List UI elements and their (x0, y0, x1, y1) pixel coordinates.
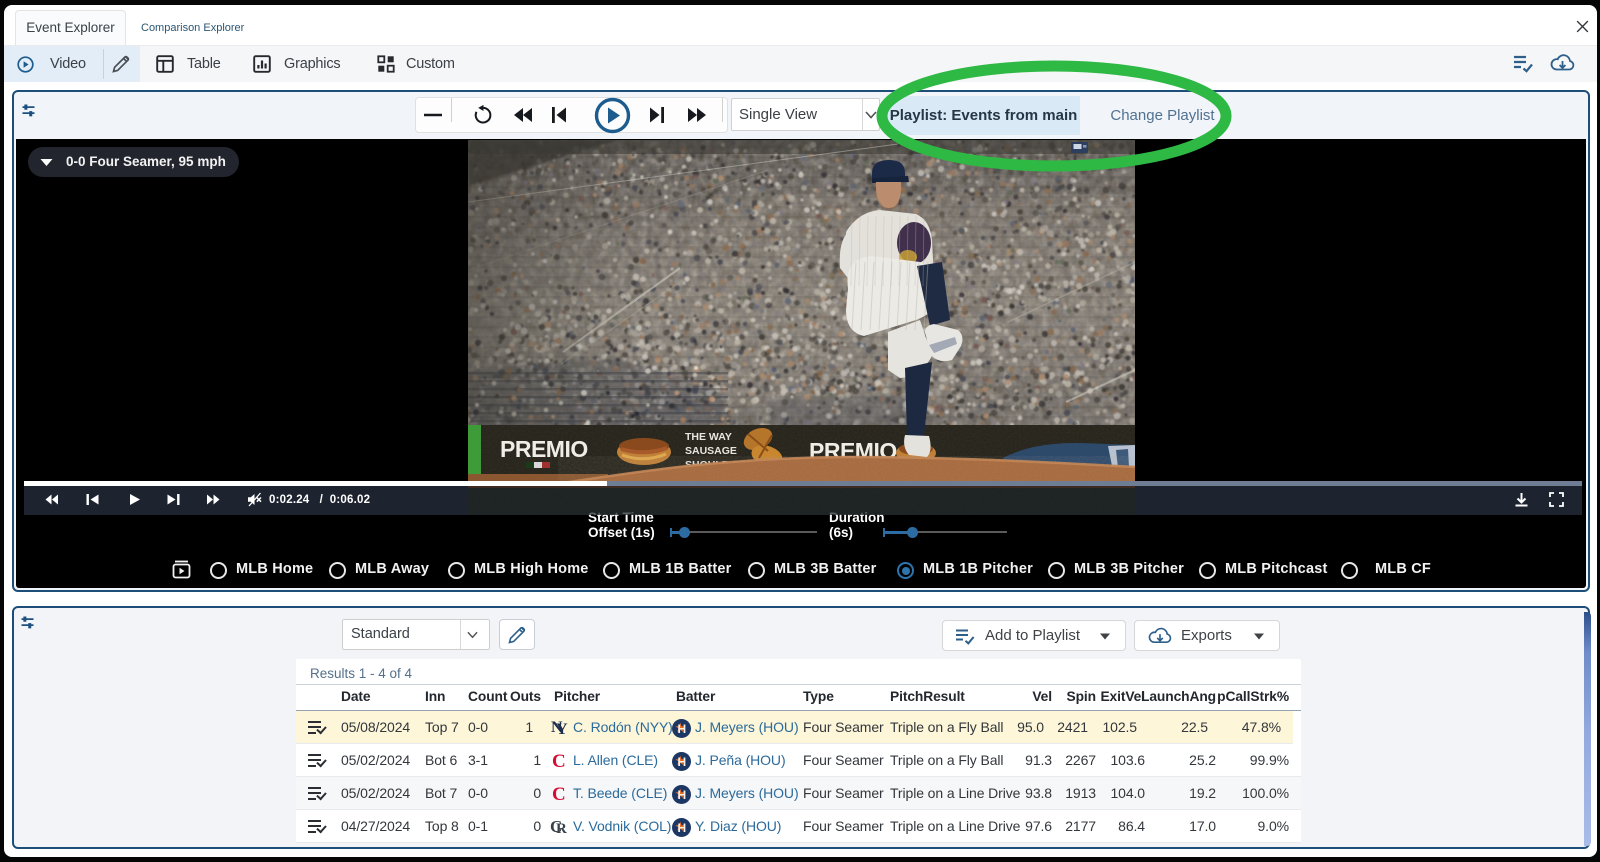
svg-text:THE WAY: THE WAY (685, 431, 732, 443)
svg-text:SAUSAGE: SAUSAGE (685, 445, 737, 457)
